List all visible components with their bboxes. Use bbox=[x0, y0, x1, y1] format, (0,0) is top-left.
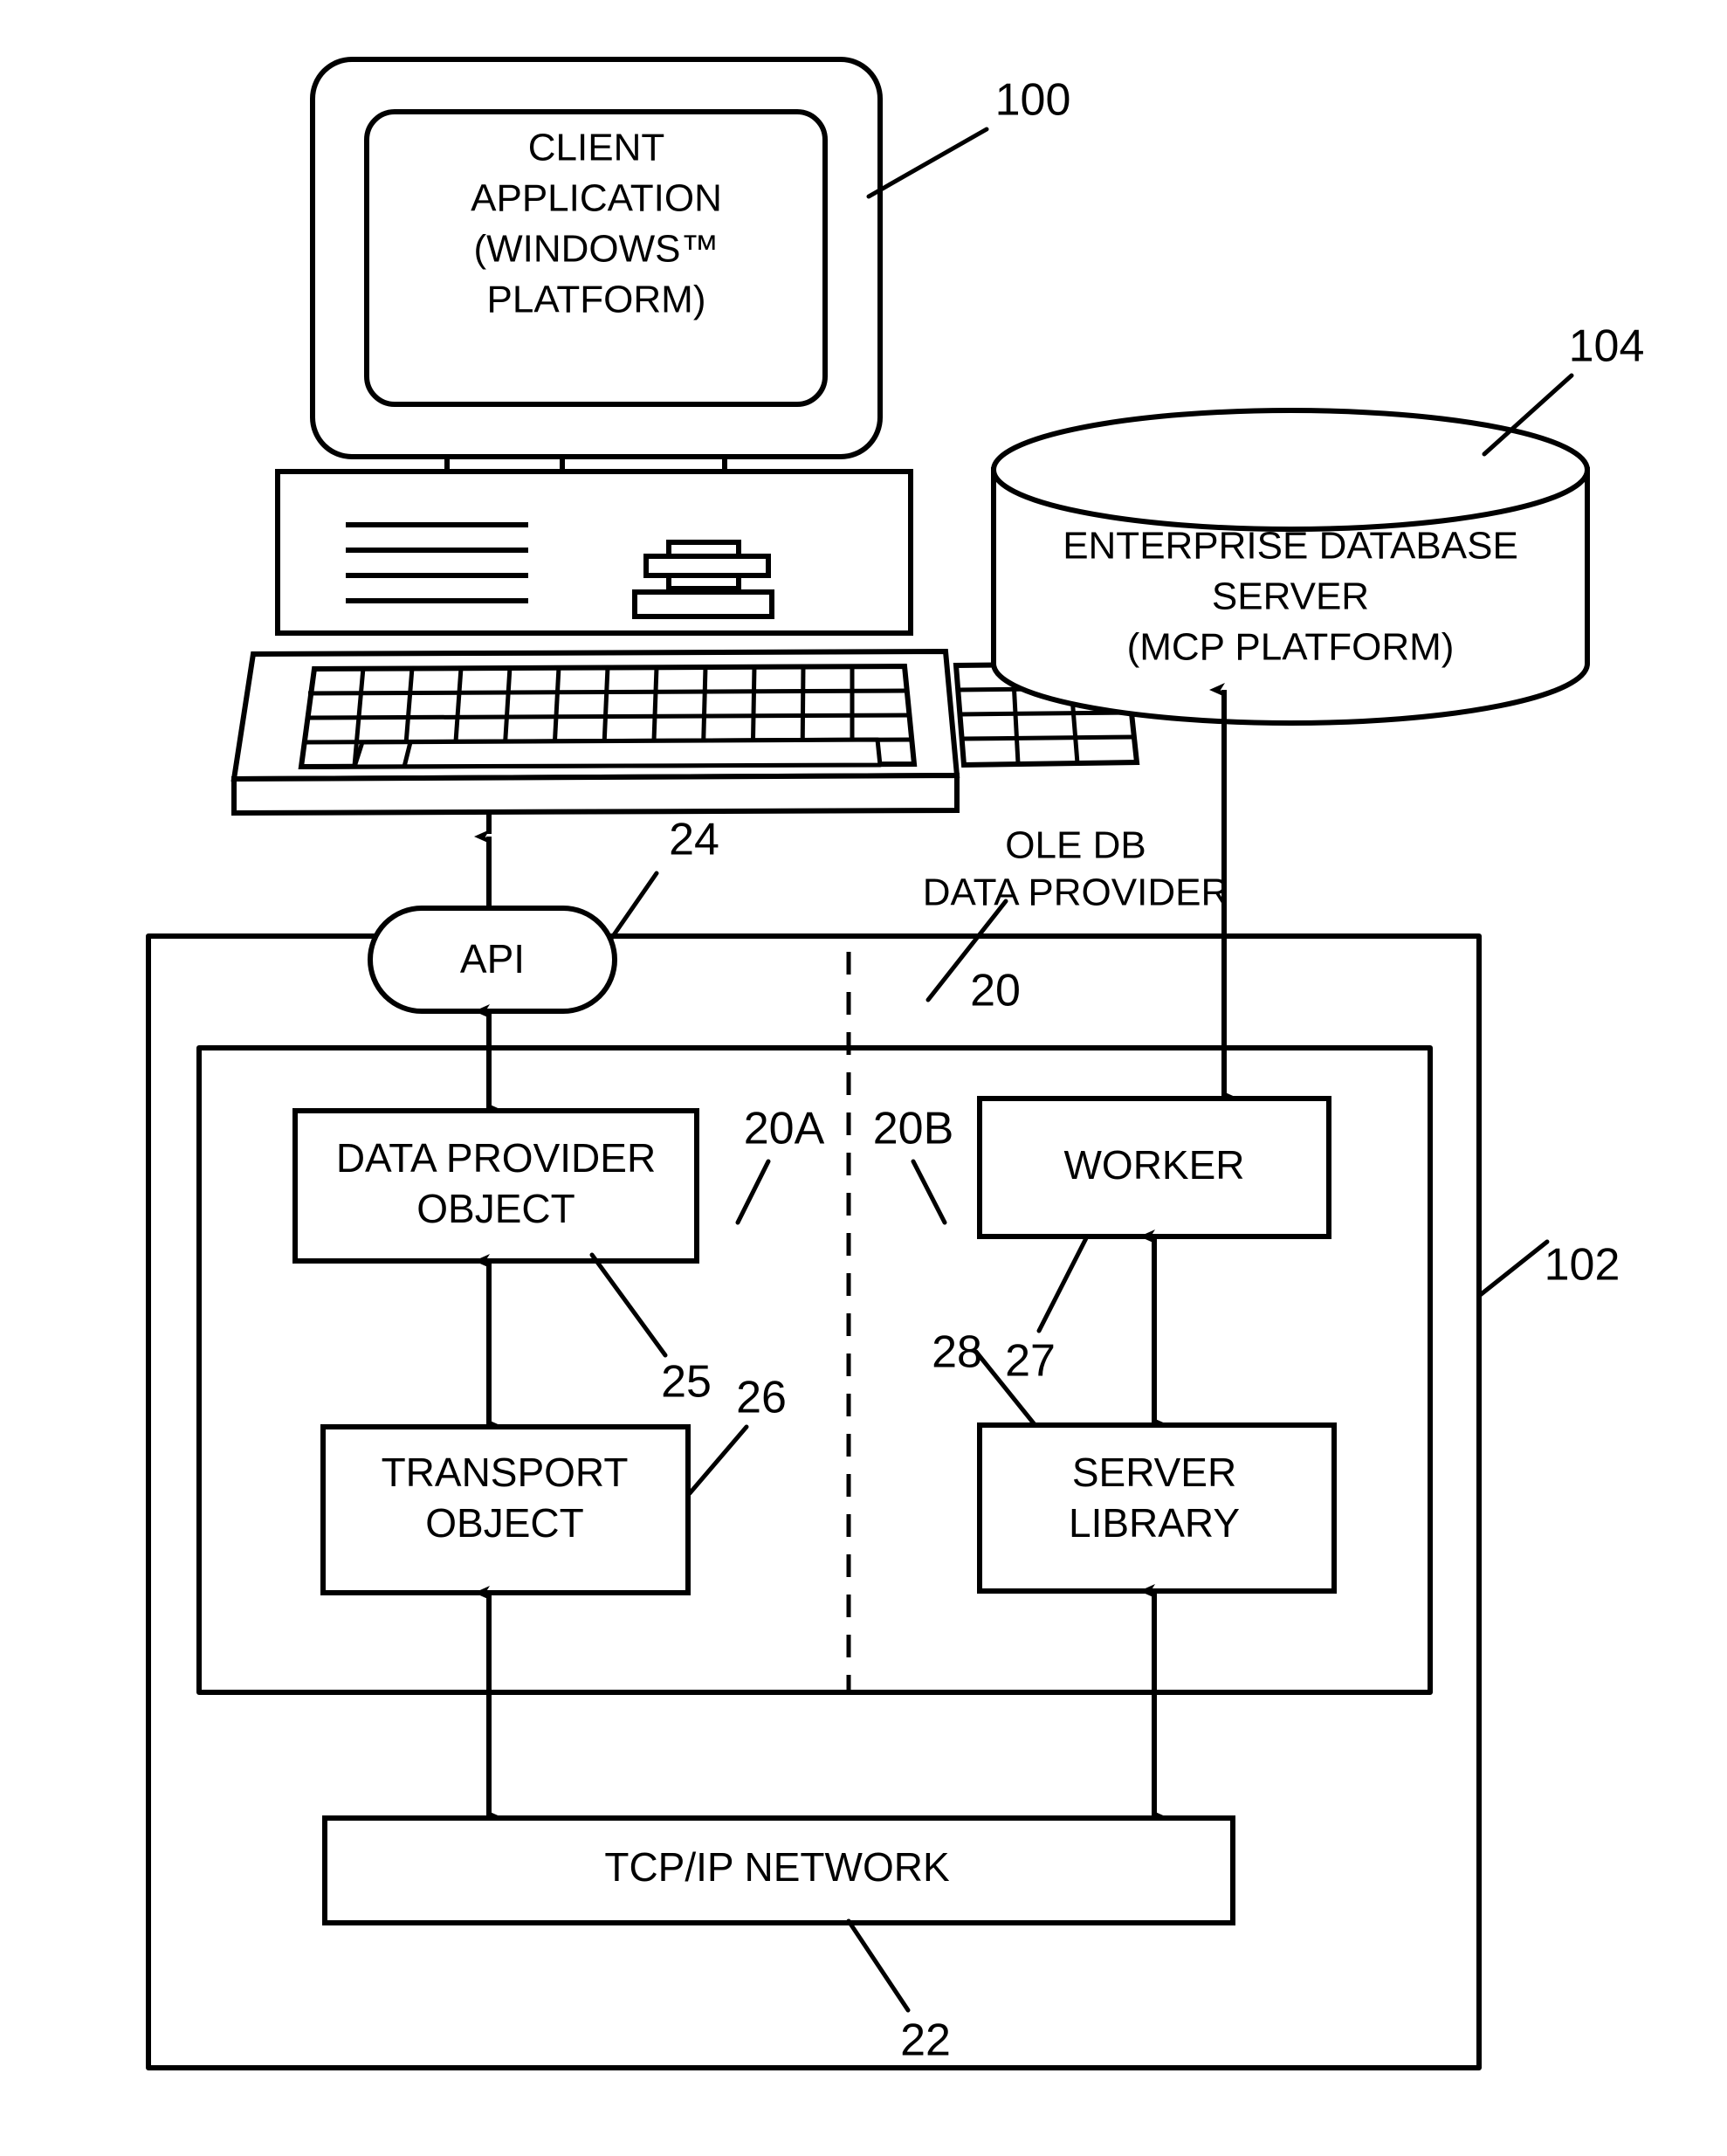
ref-num-27: 27 bbox=[1005, 1336, 1056, 1387]
ref-num-100: 100 bbox=[995, 75, 1071, 126]
ole-db-line-2: DATA PROVIDER bbox=[923, 871, 1228, 914]
server-lib-line-1: SERVER bbox=[1072, 1450, 1236, 1495]
dpo-line-1: DATA PROVIDER bbox=[336, 1135, 656, 1181]
ref-100-leader bbox=[866, 127, 989, 199]
ref-24-leader bbox=[609, 871, 659, 941]
client-app-line-4: PLATFORM) bbox=[487, 279, 706, 321]
ole-db-data-provider-caption: OLE DB DATA PROVIDER bbox=[923, 824, 1228, 914]
ref-num-104: 104 bbox=[1569, 321, 1645, 372]
enterprise-db-line-2: SERVER bbox=[1212, 575, 1369, 618]
enterprise-db-line-1: ENTERPRISE DATABASE bbox=[1063, 525, 1518, 568]
ref-num-22: 22 bbox=[900, 2015, 951, 2066]
ref-102-leader bbox=[1476, 1239, 1550, 1298]
ref-27-leader bbox=[1036, 1234, 1090, 1333]
tcpip-network-label: TCP/IP NETWORK bbox=[604, 1844, 950, 1890]
ref-22-leader bbox=[846, 1918, 911, 2013]
ref-num-25: 25 bbox=[661, 1357, 712, 1408]
ref-25-leader bbox=[589, 1252, 668, 1358]
transport-line-2: OBJECT bbox=[425, 1500, 583, 1546]
ref-num-20A: 20A bbox=[744, 1104, 825, 1154]
ref-num-102: 102 bbox=[1545, 1240, 1620, 1291]
server-lib-line-2: LIBRARY bbox=[1069, 1500, 1240, 1546]
figure-canvas: CLIENT APPLICATION (WINDOWS™ PLATFORM) 1… bbox=[0, 0, 1727, 2156]
worker-label: WORKER bbox=[1064, 1142, 1245, 1188]
ref-num-24: 24 bbox=[669, 815, 719, 865]
ole-db-line-1: OLE DB bbox=[1005, 824, 1146, 867]
client-app-line-2: APPLICATION bbox=[471, 177, 722, 220]
ref-20B-leader bbox=[911, 1159, 947, 1225]
ref-num-20: 20 bbox=[970, 966, 1021, 1016]
ref-num-20B: 20B bbox=[873, 1104, 954, 1154]
ref-num-28: 28 bbox=[932, 1327, 982, 1378]
enterprise-db-line-3: (MCP PLATFORM) bbox=[1127, 626, 1455, 669]
computer-base-unit-graphic bbox=[275, 457, 913, 636]
ref-num-26: 26 bbox=[736, 1373, 787, 1423]
ref-20A-leader bbox=[735, 1159, 771, 1225]
client-app-line-1: CLIENT bbox=[528, 127, 664, 169]
dpo-line-2: OBJECT bbox=[416, 1186, 575, 1231]
client-app-line-3: (WINDOWS™ bbox=[473, 228, 719, 271]
api-label: API bbox=[460, 936, 525, 982]
transport-line-1: TRANSPORT bbox=[382, 1450, 629, 1495]
ref-26-leader bbox=[687, 1424, 749, 1496]
